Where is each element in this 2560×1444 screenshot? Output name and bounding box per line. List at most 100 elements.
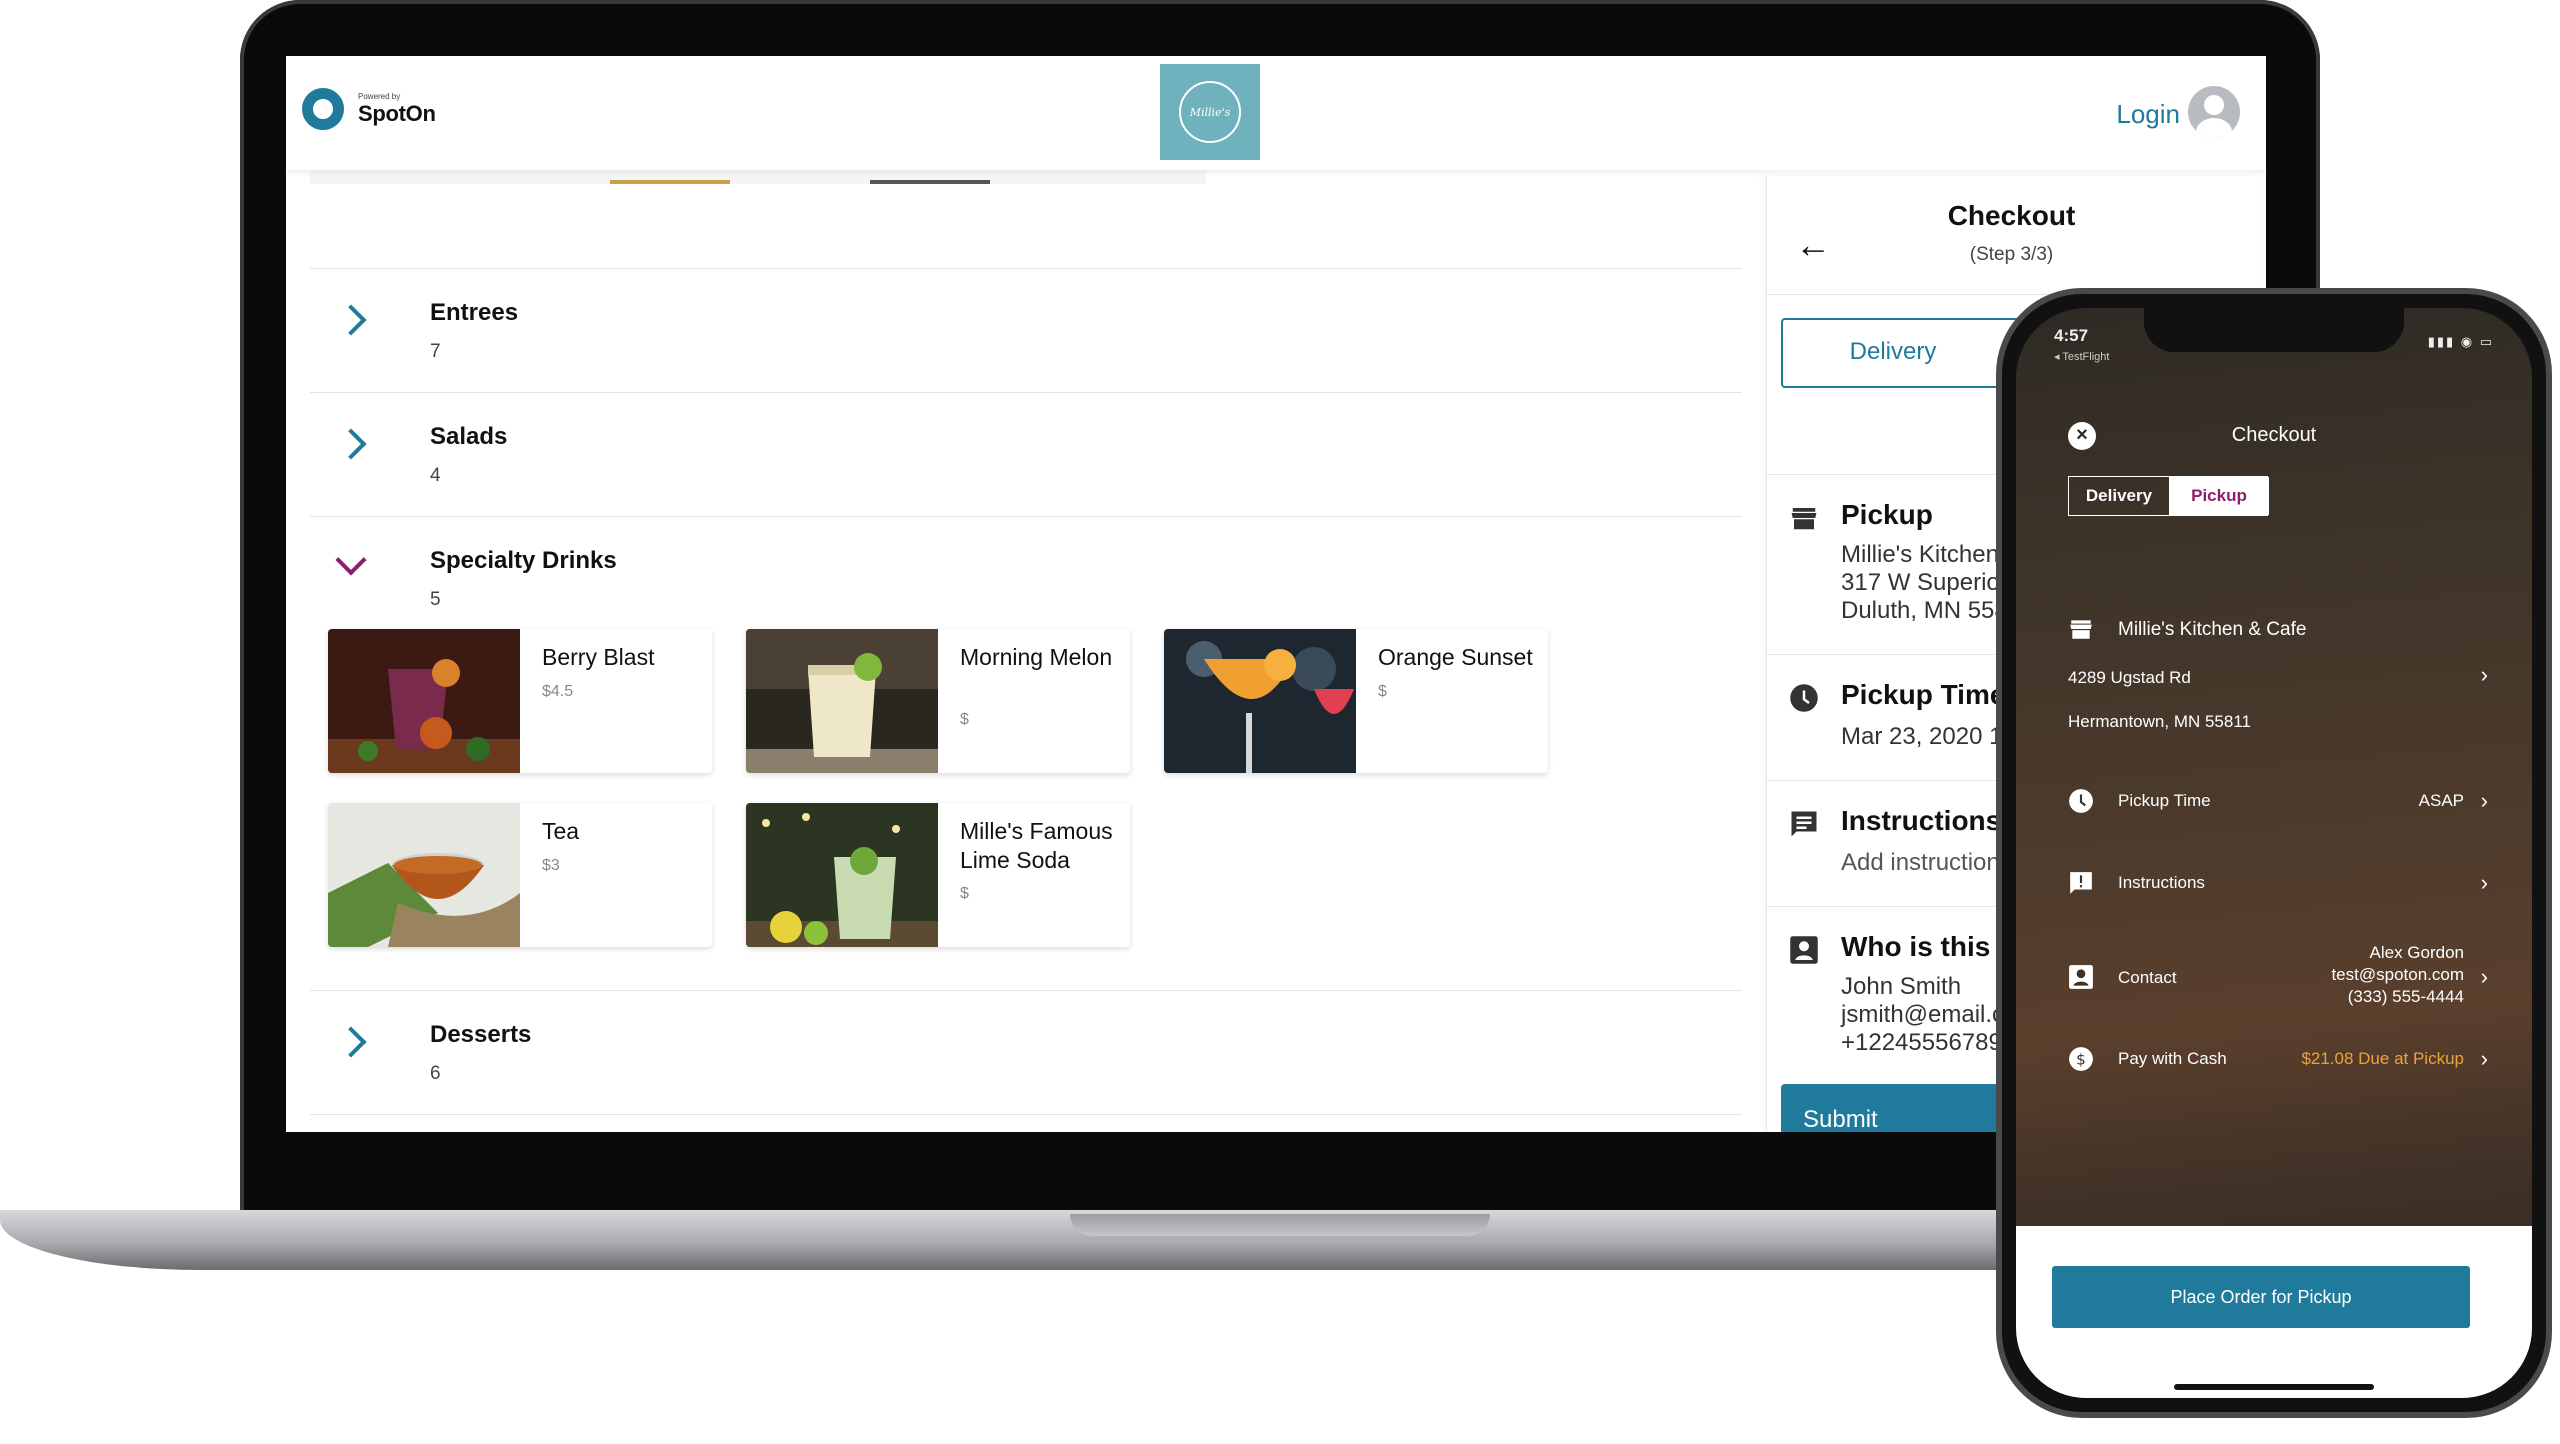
delivery-pickup-toggle: Delivery Pickup: [2068, 476, 2269, 516]
menu-item-morning-melon[interactable]: Morning Melon $: [746, 629, 1130, 773]
chevron-right-icon: ›: [2480, 964, 2488, 989]
status-time: 4:57: [2054, 326, 2089, 345]
morning-melon-photo: [746, 629, 938, 773]
clock-icon: [2069, 789, 2093, 813]
item-price: $: [1378, 683, 1387, 700]
previous-items-strip: [310, 170, 1206, 184]
store-logo[interactable]: Millie's: [1160, 64, 1260, 160]
login-link[interactable]: Login: [2116, 99, 2180, 130]
pickup-time-value: Mar 23, 2020 1: [1841, 723, 2003, 750]
instructions-icon: [2070, 872, 2092, 894]
message-icon: [1791, 811, 1817, 837]
user-avatar-icon[interactable]: [2188, 86, 2240, 138]
item-name: Orange Sunset: [1378, 644, 1533, 670]
store-address-line2: Hermantown, MN 55811: [2068, 712, 2251, 731]
chevron-right-icon: [335, 428, 367, 460]
pickup-time-heading: Pickup Time: [1841, 679, 2006, 710]
category-count: 4: [430, 465, 441, 486]
menu-list: Entrees 7 Salads 4 Specialty Drinks 5 Be…: [310, 170, 1742, 1132]
category-count: 6: [430, 1063, 441, 1084]
menu-item-orange-sunset[interactable]: Orange Sunset $: [1164, 629, 1548, 773]
pickup-time-label: Pickup Time: [2118, 791, 2211, 810]
contact-label: Contact: [2118, 968, 2177, 987]
phone-frame: 4:57 ◂ TestFlight ▮▮▮ ◉ ▭ × Checkout Del…: [1996, 288, 2552, 1418]
chevron-right-icon: [335, 304, 367, 336]
signal-battery-icon: ▮▮▮ ◉ ▭: [2427, 334, 2494, 349]
spoton-logo: Powered by SpotOn: [302, 88, 436, 130]
payment-row[interactable]: $ Pay with Cash $21.08 Due at Pickup ›: [2068, 1046, 2488, 1076]
tab-delivery[interactable]: Delivery: [1783, 338, 2003, 366]
berry-blast-photo: [328, 629, 520, 773]
store-logo-text: Millie's: [1179, 81, 1241, 143]
pickup-line: Millie's Kitchen: [1841, 541, 1999, 568]
payment-label: Pay with Cash: [2118, 1049, 2227, 1068]
spoton-ring-icon: [302, 88, 344, 130]
contact-name: Alex Gordon: [2369, 943, 2465, 962]
contact-icon: [1790, 936, 1818, 964]
brand-name: SpotOn: [358, 100, 436, 126]
orange-sunset-photo: [1164, 629, 1356, 773]
category-count: 7: [430, 341, 441, 362]
chevron-right-icon: ›: [2480, 870, 2488, 895]
phone-checkout-title: Checkout: [2231, 424, 2317, 446]
contact-line: John Smith: [1841, 973, 1962, 1000]
item-name: Mille's Famous Lime Soda: [960, 818, 1113, 873]
place-order-button[interactable]: Place Order for Pickup: [2052, 1266, 2470, 1328]
powered-by-label: Powered by: [358, 91, 401, 101]
top-bar: Powered by SpotOn Millie's Login: [286, 56, 2266, 170]
phone-screen: 4:57 ◂ TestFlight ▮▮▮ ◉ ▭ × Checkout Del…: [2016, 308, 2532, 1398]
clock-icon: [1790, 684, 1818, 712]
contact-line: jsmith@email.co: [1841, 1001, 2018, 1028]
contact-phone: (333) 555-4444: [2347, 987, 2464, 1006]
svg-text:$: $: [2076, 1050, 2086, 1068]
dollar-icon: $: [2069, 1047, 2093, 1071]
category-desserts[interactable]: Desserts 6: [310, 990, 1742, 1114]
category-specialty-drinks[interactable]: Specialty Drinks 5 Berry Blast $4.5 Morn…: [310, 516, 1742, 990]
checkout-step: (Step 3/3): [1969, 244, 2054, 265]
toggle-pickup[interactable]: Pickup: [2169, 477, 2269, 515]
category-name: Desserts: [430, 1021, 532, 1048]
item-price: $: [960, 885, 969, 902]
contact-row[interactable]: Contact Alex Gordon test@spoton.com (333…: [2068, 943, 2488, 1022]
chevron-right-icon: ›: [2480, 662, 2488, 687]
chevron-right-icon: [335, 1026, 367, 1058]
pickup-time-row[interactable]: Pickup Time ASAP ›: [2068, 788, 2488, 818]
category-name: Entrees: [430, 299, 519, 326]
phone-bottom-sheet: Place Order for Pickup: [2016, 1226, 2532, 1398]
item-price: $4.5: [542, 683, 574, 700]
instructions-placeholder: Add instructions: [1841, 849, 2012, 876]
pickup-line: 317 W Superior: [1841, 569, 2008, 596]
store-address-line1: 4289 Ugstad Rd: [2068, 668, 2191, 687]
pickup-heading: Pickup: [1841, 499, 1933, 530]
category-entrees[interactable]: Entrees 7: [310, 268, 1742, 392]
laptop-notch: [1070, 1214, 1490, 1236]
category-name: Salads: [430, 423, 508, 450]
payment-due: $21.08 Due at Pickup: [2301, 1049, 2464, 1068]
instructions-heading: Instructions: [1841, 805, 2002, 836]
chevron-right-icon: ›: [2480, 788, 2488, 813]
menu-item-lime-soda[interactable]: Mille's Famous Lime Soda $: [746, 803, 1130, 947]
menu-item-berry-blast[interactable]: Berry Blast $4.5: [328, 629, 712, 773]
pickup-line: Duluth, MN 558: [1841, 597, 2008, 624]
item-name: Berry Blast: [542, 644, 655, 670]
contact-details: Alex Gordon test@spoton.com (333) 555-44…: [2331, 942, 2464, 1008]
contact-icon: [2069, 965, 2093, 989]
contact-line: +12245556789: [1841, 1029, 2002, 1056]
category-name: Specialty Drinks: [430, 547, 617, 574]
toggle-delivery[interactable]: Delivery: [2069, 477, 2169, 515]
laptop-screen: Powered by SpotOn Millie's Login Entrees…: [286, 56, 2266, 1132]
store-row[interactable]: Millie's Kitchen & Cafe ›: [2068, 616, 2488, 706]
checkout-title: Checkout: [1947, 200, 2076, 231]
status-back-app[interactable]: ◂ TestFlight: [2054, 350, 2109, 363]
menu-item-tea[interactable]: Tea $3: [328, 803, 712, 947]
item-name: Tea: [542, 818, 580, 844]
contact-email: test@spoton.com: [2331, 965, 2464, 984]
category-salads[interactable]: Salads 4: [310, 392, 1742, 516]
instructions-row[interactable]: Instructions ›: [2068, 870, 2488, 900]
category-count: 5: [430, 589, 441, 610]
list-divider: [310, 1114, 1742, 1124]
item-price: $3: [542, 857, 560, 874]
instructions-label: Instructions: [2118, 873, 2205, 892]
chevron-right-icon: ›: [2480, 1046, 2488, 1071]
item-name: Morning Melon: [960, 644, 1113, 670]
